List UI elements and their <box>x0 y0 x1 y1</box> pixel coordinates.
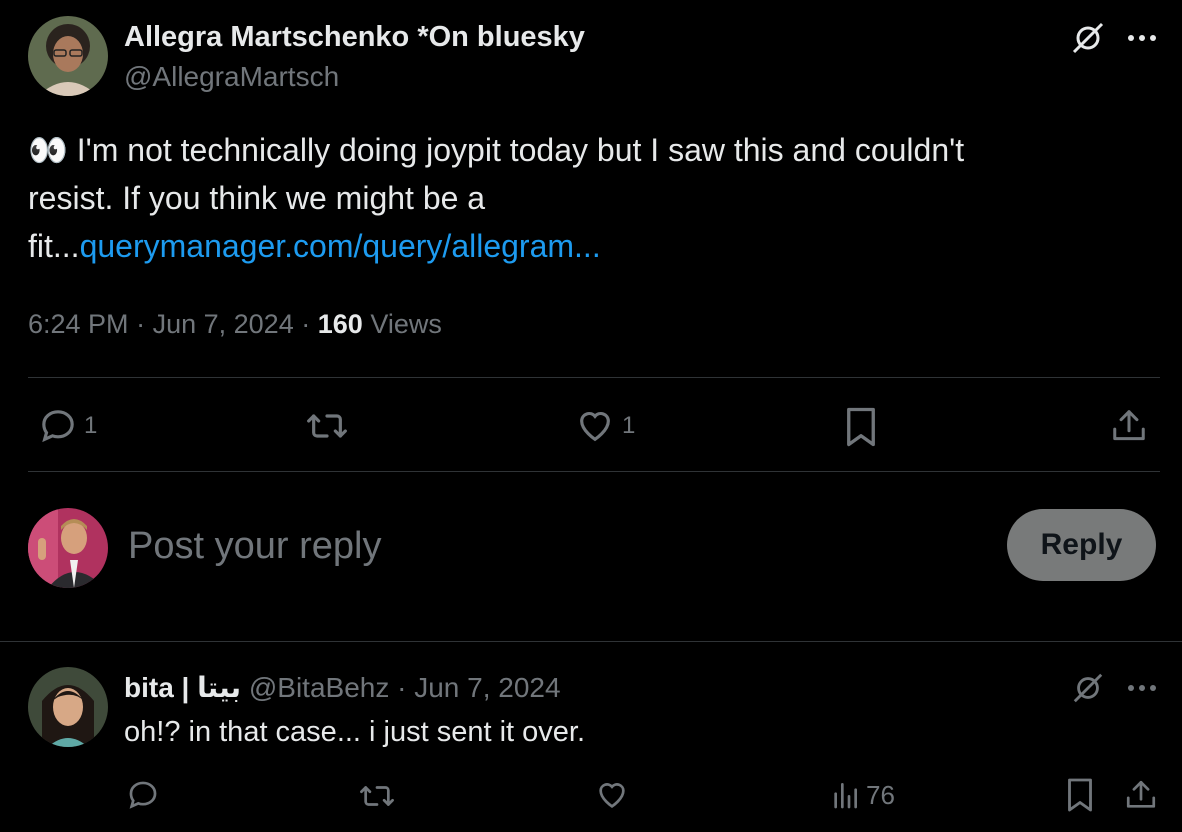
meta-separator: · <box>136 309 146 339</box>
author-avatar[interactable] <box>28 16 108 96</box>
heart-icon <box>580 411 610 442</box>
tweet-text-line-1: 👀 I'm not technically doing joypit today… <box>28 126 1148 174</box>
user-avatar[interactable] <box>28 508 108 588</box>
reply-text: oh!? in that case... i just sent it over… <box>124 716 586 748</box>
reply-views-count: 76 <box>866 779 895 810</box>
tweet-text-1: I'm not technically doing joypit today b… <box>67 132 965 168</box>
share-upload-icon <box>1126 780 1156 808</box>
author-name[interactable]: Allegra Martschenko *On bluesky <box>124 19 585 55</box>
reply-views-action[interactable]: 76 <box>830 779 895 811</box>
grok-slash-icon[interactable] <box>1068 668 1108 708</box>
reply-reply-action[interactable] <box>126 778 160 812</box>
views-label: Views <box>370 309 442 339</box>
views-bar-icon <box>834 783 857 809</box>
reply-bubble-icon <box>42 410 74 443</box>
reply-author-avatar[interactable] <box>28 667 108 747</box>
eyes-emoji: 👀 <box>28 132 68 168</box>
reply-count: 1 <box>84 412 98 439</box>
divider <box>0 641 1182 642</box>
reply-repost-action[interactable] <box>357 779 397 813</box>
divider <box>28 471 1160 472</box>
more-dots-icon[interactable] <box>1124 674 1160 702</box>
share-action[interactable] <box>1110 406 1148 446</box>
more-dots-icon[interactable] <box>1124 24 1160 52</box>
reply-author-handle[interactable]: @BitaBehz <box>249 672 390 703</box>
repost-action[interactable] <box>304 406 350 446</box>
reply-header: bita | بیتا @BitaBehz · Jun 7, 2024 <box>124 670 561 706</box>
views-count: 160 <box>317 309 363 339</box>
reply-share-action[interactable] <box>1124 778 1158 812</box>
heart-icon <box>599 783 625 808</box>
like-action[interactable]: 1 <box>574 406 635 446</box>
tweet-text-2: resist. If you think we might be a <box>28 180 486 216</box>
tweet-time[interactable]: 6:24 PM <box>28 309 129 339</box>
divider <box>28 377 1160 378</box>
bookmark-action[interactable] <box>842 406 880 448</box>
reply-date[interactable]: Jun 7, 2024 <box>414 672 560 703</box>
tweet-date[interactable]: Jun 7, 2024 <box>153 309 294 339</box>
bookmark-icon <box>847 407 875 447</box>
reply-separator: · <box>397 672 407 703</box>
repost-icon <box>360 786 394 806</box>
tweet-meta: 6:24 PM · Jun 7, 2024 · 160 Views <box>28 307 442 341</box>
reply-button[interactable]: Reply <box>1007 509 1156 581</box>
meta-separator: · <box>301 309 311 339</box>
author-handle[interactable]: @AllegraMartsch <box>124 60 339 94</box>
reply-input[interactable]: Post your reply <box>128 522 381 570</box>
reply-like-action[interactable] <box>594 778 630 812</box>
tweet-text-3: fit... <box>28 228 80 264</box>
repost-icon <box>307 414 347 438</box>
share-upload-icon <box>1113 410 1145 441</box>
reply-bookmark-action[interactable] <box>1064 777 1096 813</box>
tweet-text: 👀 I'm not technically doing joypit today… <box>28 126 1148 270</box>
reply-author-name[interactable]: bita | بیتا <box>124 672 241 703</box>
tweet-link[interactable]: querymanager.com/query/allegram... <box>80 228 601 264</box>
grok-slash-icon[interactable] <box>1068 18 1108 58</box>
tweet-text-line-3: fit...querymanager.com/query/allegram... <box>28 222 1148 270</box>
bookmark-icon <box>1068 778 1092 812</box>
reply-action[interactable]: 1 <box>38 406 97 446</box>
like-count: 1 <box>622 412 636 439</box>
reply-bubble-icon <box>129 781 157 809</box>
